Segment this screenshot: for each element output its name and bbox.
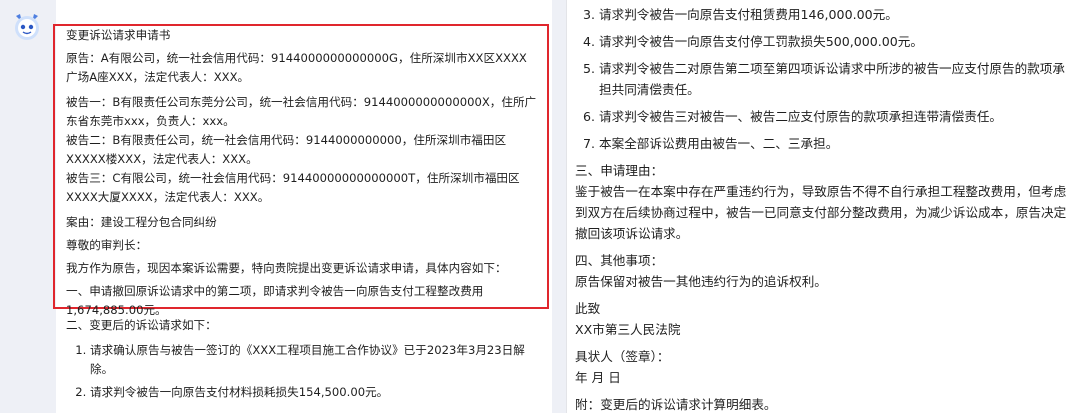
- section-heading-reason: 三、申请理由：: [575, 163, 664, 178]
- panel-divider: [566, 0, 567, 413]
- attachment-note: 附：变更后的诉讼请求计算明细表。: [575, 397, 777, 412]
- claims-list-right: 请求判令被告一向原告支付租赁费用146,000.00元。 请求判令被告一向原告支…: [575, 4, 1070, 154]
- other-text: 原告保留对被告一其他违约行为的追诉权利。: [575, 274, 827, 289]
- claims-list-left: 请求确认原告与被告一签订的《XXX工程项目施工合作协议》已于2023年3月23日…: [66, 341, 536, 402]
- court-name: XX市第三人民法院: [575, 322, 681, 337]
- document-title: 变更诉讼请求申请书: [66, 28, 171, 42]
- section-heading-other: 四、其他事项：: [575, 253, 664, 268]
- section-heading-changed-claims: 二、变更后的诉讼请求如下：: [66, 318, 217, 332]
- date-line: 年 月 日: [575, 370, 621, 385]
- claims-left-section: 二、变更后的诉讼请求如下： 请求确认原告与被告一签订的《XXX工程项目施工合作协…: [66, 316, 536, 406]
- salutation: 尊敬的审判长：: [66, 238, 148, 252]
- list-item: 本案全部诉讼费用由被告一、二、三承担。: [599, 133, 1070, 154]
- defendant2-info: 被告二：B有限责任公司，统一社会信用代码：9144000000000，住所深圳市…: [66, 133, 507, 166]
- withdraw-item: 一、申请撤回原诉讼请求中的第二项，即请求判令被告一向原告支付工程整改费用1,67…: [66, 284, 484, 317]
- list-item: 请求判令被告二对原告第二项至第四项诉讼请求中所涉的被告一应支付原告的款项承担共同…: [599, 58, 1070, 100]
- list-item: 请求判令被告三对被告一、被告二应支付原告的款项承担连带清偿责任。: [599, 106, 1070, 127]
- closing-text: 此致: [575, 301, 601, 316]
- bot-avatar-icon: [10, 10, 44, 44]
- signature-line: 具状人（签章）：: [575, 349, 670, 364]
- plaintiff-info: 原告：A有限公司，统一社会信用代码：9144000000000000G，住所深圳…: [66, 51, 527, 84]
- defendant3-info: 被告三：C有限公司，统一社会信用代码：91440000000000000T，住所…: [66, 171, 520, 204]
- list-item: 请求判令被告一向原告支付材料损耗损失154,500.00元。: [90, 383, 536, 402]
- defendant1-info: 被告一：B有限责任公司东莞分公司，统一社会信用代码：91440000000000…: [66, 95, 537, 128]
- intro-text: 我方作为原告，现因本案诉讼需要，特向贵院提出变更诉讼请求申请，具体内容如下：: [66, 261, 507, 275]
- reason-text: 鉴于被告一在本案中存在严重违约行为，导致原告不得不自行承担工程整改费用，但考虑到…: [575, 184, 1067, 241]
- document-right: 请求判令被告一向原告支付租赁费用146,000.00元。 请求判令被告一向原告支…: [575, 4, 1070, 415]
- list-item: 请求确认原告与被告一签订的《XXX工程项目施工合作协议》已于2023年3月23日…: [90, 341, 536, 379]
- list-item: 请求判令被告一向原告支付停工罚款损失500,000.00元。: [599, 31, 1070, 52]
- case-cause: 案由：建设工程分包合同纠纷: [66, 215, 217, 229]
- document-left: 变更诉讼请求申请书 原告：A有限公司，统一社会信用代码：914400000000…: [66, 26, 538, 320]
- list-item: 请求判令被告一向原告支付租赁费用146,000.00元。: [599, 4, 1070, 25]
